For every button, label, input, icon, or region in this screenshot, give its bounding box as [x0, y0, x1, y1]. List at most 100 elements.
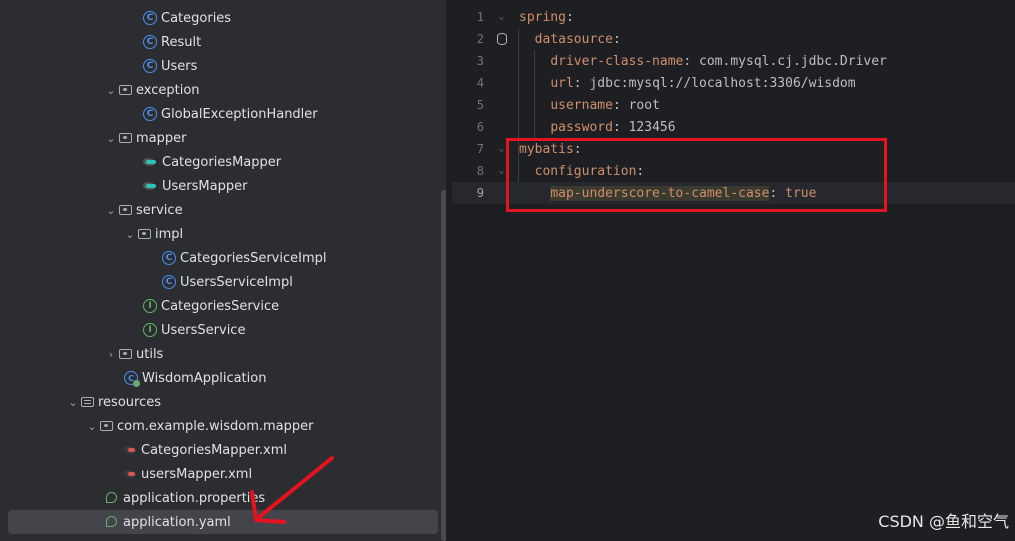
- yaml-separator: :: [612, 97, 621, 113]
- yaml-value: com.mysql.cj.jdbc.Driver: [691, 53, 887, 69]
- tree-item-label: CategoriesServiceImpl: [180, 250, 327, 266]
- tree-item-label: UsersServiceImpl: [180, 274, 293, 290]
- code-editor[interactable]: 1 ⌄ spring: 2 datasource: 3 driver-class…: [452, 0, 1015, 541]
- database-icon[interactable]: [496, 33, 507, 45]
- line-number: 4: [476, 76, 484, 90]
- tree-item-label: utils: [136, 346, 164, 362]
- chevron-down-icon[interactable]: ⌄: [122, 228, 138, 241]
- yaml-value: 123456: [620, 119, 676, 135]
- tree-folder-resources[interactable]: ⌄ resources: [65, 390, 440, 414]
- code-text: datasource:: [519, 32, 621, 47]
- tree-item-wisdomapplication[interactable]: C WisdomApplication: [108, 366, 440, 390]
- mybatis-mapper-icon: [143, 181, 158, 191]
- yaml-key: spring: [519, 9, 566, 25]
- folder-icon: [100, 421, 113, 431]
- project-tree-panel: C Categories C Result C Users ⌄ exception CG…: [0, 0, 446, 541]
- code-text: username: root: [519, 98, 660, 113]
- tree-item-usersmapper[interactable]: UsersMapper: [127, 174, 440, 198]
- folder-icon: [119, 133, 132, 143]
- tree-folder-exception[interactable]: ⌄ exception: [103, 78, 440, 102]
- fold-marker-icon[interactable]: ⌄: [499, 166, 504, 176]
- tree-item-label: Result: [161, 34, 202, 50]
- chevron-down-icon[interactable]: ⌄: [103, 132, 119, 145]
- tree-folder-service[interactable]: ⌄ service: [103, 198, 440, 222]
- tree-item-usersserviceimpl[interactable]: C UsersServiceImpl: [146, 270, 440, 294]
- yaml-separator: :: [573, 75, 582, 91]
- code-line[interactable]: 5 username: root: [452, 94, 1015, 116]
- folder-icon: [138, 229, 151, 239]
- line-number: 7: [476, 142, 484, 156]
- tree-item-categoriesservice[interactable]: I CategoriesService: [127, 294, 440, 318]
- tree-item-label: CategoriesMapper: [162, 154, 282, 170]
- code-line[interactable]: 3 driver-class-name: com.mysql.cj.jdbc.D…: [452, 50, 1015, 72]
- tree-item-label: mapper: [136, 130, 187, 146]
- chevron-down-icon[interactable]: ⌄: [84, 420, 100, 433]
- code-line[interactable]: 6 password: 123456: [452, 116, 1015, 138]
- line-number: 1: [476, 10, 484, 24]
- line-number: 5: [476, 98, 484, 112]
- tree-item-label: WisdomApplication: [142, 370, 267, 386]
- tree-item-label: UsersMapper: [162, 178, 248, 194]
- code-line[interactable]: 1 ⌄ spring:: [452, 6, 1015, 28]
- yaml-key: url: [550, 75, 574, 91]
- tree-item-categoriesmapper[interactable]: CategoriesMapper: [127, 150, 440, 174]
- annotation-arrow-icon: [250, 456, 334, 524]
- tree-item-label: usersMapper.xml: [141, 466, 253, 482]
- mybatis-xml-icon: [124, 445, 137, 455]
- line-number: 8: [476, 164, 484, 178]
- yaml-key: driver-class-name: [550, 53, 684, 69]
- mybatis-mapper-icon: [143, 157, 158, 167]
- chevron-down-icon[interactable]: ⌄: [103, 204, 119, 217]
- resources-folder-icon: [81, 397, 94, 407]
- code-text: spring:: [519, 10, 574, 25]
- tree-item-label: Users: [161, 58, 198, 74]
- tree-folder-mapper[interactable]: ⌄ mapper: [103, 126, 440, 150]
- code-text: driver-class-name: com.mysql.cj.jdbc.Dri…: [519, 54, 887, 69]
- annotation-highlight-box: [506, 138, 887, 212]
- fold-marker-icon[interactable]: ⌄: [499, 12, 504, 22]
- chevron-right-icon[interactable]: ›: [103, 348, 119, 361]
- yaml-key: password: [550, 119, 613, 135]
- tree-item-categoriesserviceimpl[interactable]: C CategoriesServiceImpl: [146, 246, 440, 270]
- yaml-separator: :: [612, 119, 621, 135]
- interface-icon: I: [143, 299, 157, 313]
- fold-marker-icon[interactable]: ⌄: [499, 144, 504, 154]
- gutter: [484, 33, 519, 45]
- tree-item-label: resources: [98, 394, 162, 410]
- tree-item-users[interactable]: C Users: [127, 54, 440, 78]
- tree-folder-impl[interactable]: ⌄ impl: [122, 222, 440, 246]
- class-icon: C: [162, 251, 176, 265]
- gutter: ⌄: [484, 12, 519, 22]
- tree-item-label: Categories: [161, 10, 232, 26]
- tree-item-categories[interactable]: C Categories: [127, 6, 440, 30]
- tree-item-globalexceptionhandler[interactable]: C GlobalExceptionHandler: [127, 102, 440, 126]
- yaml-key: datasource: [534, 31, 613, 47]
- tree-item-label: application.yaml: [123, 514, 231, 530]
- line-number: 2: [476, 32, 484, 46]
- tree-item-usersservice[interactable]: I UsersService: [127, 318, 440, 342]
- tree-item-label: impl: [155, 226, 184, 242]
- code-text: password: 123456: [519, 119, 676, 135]
- watermark: CSDN @鱼和空气: [878, 512, 1009, 531]
- tree-item-result[interactable]: C Result: [127, 30, 440, 54]
- code-line[interactable]: 4 url: jdbc:mysql://localhost:3306/wisdo…: [452, 72, 1015, 94]
- tree-item-label: GlobalExceptionHandler: [161, 106, 318, 122]
- class-icon: C: [143, 107, 157, 121]
- tree-folder-com-example-wisdom-mapper[interactable]: ⌄ com.example.wisdom.mapper: [84, 414, 440, 438]
- code-text: url: jdbc:mysql://localhost:3306/wisdom: [519, 75, 855, 91]
- line-number: 3: [476, 54, 484, 68]
- chevron-down-icon[interactable]: ⌄: [103, 84, 119, 97]
- chevron-down-icon[interactable]: ⌄: [65, 396, 81, 409]
- tree-item-label: service: [136, 202, 183, 218]
- yaml-separator: :: [612, 31, 621, 47]
- class-icon: C: [143, 11, 157, 25]
- tree-folder-utils[interactable]: › utils: [103, 342, 440, 366]
- tree-item-application-yaml[interactable]: application.yaml: [8, 510, 438, 534]
- spring-boot-app-icon: C: [124, 371, 140, 387]
- code-line[interactable]: 2 datasource:: [452, 28, 1015, 50]
- class-icon: C: [162, 275, 176, 289]
- yaml-value: root: [620, 97, 660, 113]
- line-number: 6: [476, 120, 484, 134]
- class-icon: C: [143, 35, 157, 49]
- folder-icon: [119, 85, 132, 95]
